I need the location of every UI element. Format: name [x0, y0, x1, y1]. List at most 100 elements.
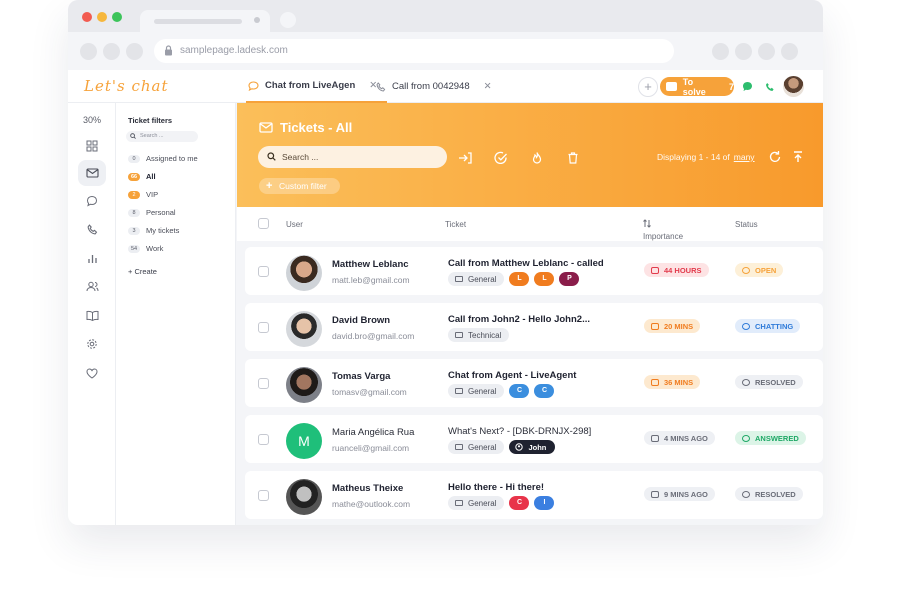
tab-chat[interactable]: Chat from LiveAgen ✕ [246, 70, 388, 103]
chat-icon[interactable] [82, 191, 102, 211]
department-tag[interactable]: Technical [448, 328, 510, 342]
column-importance[interactable]: Importance [643, 219, 683, 241]
agent-pill[interactable]: C [509, 384, 530, 398]
minimize-window-button[interactable] [97, 12, 107, 22]
column-status: Status [735, 220, 758, 229]
user-name[interactable]: Matheus Theixe [332, 483, 403, 494]
ticket-subject[interactable]: Call from Matthew Leblanc - called [448, 258, 604, 269]
importance-label: 9 MINS AGO [664, 489, 708, 499]
to-solve-button[interactable]: To solve 7 [660, 77, 734, 97]
agent-pill[interactable]: P [559, 272, 580, 286]
maximize-window-button[interactable] [112, 12, 122, 22]
ticket-checkbox[interactable] [258, 266, 269, 277]
ticket-filters-panel: Ticket filters Search ... 0 Assigned to … [116, 103, 236, 525]
browser-tab[interactable] [140, 10, 270, 32]
spam-flame-icon[interactable] [530, 151, 544, 165]
ticket-search-input[interactable]: Search ... [258, 146, 447, 168]
user-name[interactable]: Maria Angélica Rua [332, 427, 414, 438]
address-bar[interactable]: samplepage.ladesk.com [154, 39, 674, 63]
forward-button[interactable] [103, 43, 120, 60]
reports-icon[interactable] [82, 248, 102, 268]
status-label: OPEN [755, 265, 777, 275]
agent-pill[interactable]: L [534, 272, 555, 286]
agent-pill[interactable]: John [509, 440, 556, 454]
browser-action-button-1[interactable] [712, 43, 729, 60]
new-tab-button[interactable] [280, 12, 296, 28]
create-filter-button[interactable]: + Create [128, 267, 157, 276]
user-avatar [286, 367, 322, 403]
status-icon [742, 378, 750, 386]
ticket-checkbox[interactable] [258, 434, 269, 445]
ticket-row[interactable]: Matthew Leblanc matt.leb@gmail.com Call fr… [245, 247, 823, 295]
filter-item-work[interactable]: 54 Work [128, 244, 163, 253]
page-title: Tickets - All [259, 120, 352, 135]
browser-action-button-3[interactable] [758, 43, 775, 60]
department-tag[interactable]: General [448, 440, 505, 454]
agent-pill[interactable]: C [509, 496, 530, 510]
filter-item-assigned-to-me[interactable]: 0 Assigned to me [128, 154, 198, 163]
filter-item-vip[interactable]: 2 VIP [128, 190, 158, 199]
heart-icon[interactable] [82, 363, 102, 383]
user-name[interactable]: Tomas Varga [332, 371, 390, 382]
department-tag[interactable]: General [448, 272, 505, 286]
mail-icon[interactable] [78, 160, 106, 186]
ticket-subject[interactable]: Call from John2 - Hello John2... [448, 314, 590, 325]
ticket-row[interactable]: David Brown david.bro@gmail.com Call from … [245, 303, 823, 351]
ticket-subject[interactable]: Chat from Agent - LiveAgent [448, 370, 576, 381]
user-name[interactable]: David Brown [332, 315, 390, 326]
dashboard-icon[interactable] [82, 136, 102, 156]
delete-icon[interactable] [566, 151, 580, 165]
ticket-tags: General C C [448, 384, 555, 398]
status-badge: RESOLVED [735, 375, 803, 389]
assign-icon[interactable] [458, 151, 472, 165]
ticket-tags: General L L P [448, 272, 580, 286]
agent-pill[interactable]: L [509, 272, 530, 286]
department-tag[interactable]: General [448, 384, 505, 398]
agent-pill[interactable]: C [534, 384, 555, 398]
phone-icon[interactable] [82, 219, 102, 239]
knowledgebase-icon[interactable] [82, 305, 102, 325]
add-tab-button[interactable]: + [638, 77, 658, 97]
back-button[interactable] [80, 43, 97, 60]
filter-item-my-tickets[interactable]: 3 My tickets [128, 226, 179, 235]
ticket-row[interactable]: Matheus Theixe mathe@outlook.com Hello the… [245, 471, 823, 519]
agent-pill[interactable]: I [534, 496, 555, 510]
ticket-checkbox[interactable] [258, 378, 269, 389]
user-avatar[interactable] [783, 76, 804, 97]
browser-menu-button[interactable] [781, 43, 798, 60]
refresh-icon[interactable] [768, 150, 782, 164]
custom-filter-button[interactable]: + Custom filter [259, 178, 340, 194]
ticket-subject[interactable]: What's Next? - [DBK-DRNJX-298] [448, 426, 591, 437]
phone-status-button[interactable] [761, 78, 778, 95]
agent-name: John [528, 442, 547, 452]
browser-action-button-2[interactable] [735, 43, 752, 60]
close-tab-icon[interactable] [254, 17, 260, 23]
pagination-total-link[interactable]: many [734, 152, 755, 162]
column-importance-label: Importance [643, 232, 684, 241]
filters-title: Ticket filters [128, 116, 173, 125]
select-all-checkbox[interactable] [258, 218, 269, 229]
resolve-icon[interactable] [494, 151, 508, 165]
department-tag[interactable]: General [448, 496, 505, 510]
scroll-top-icon[interactable] [791, 150, 805, 164]
ticket-row[interactable]: Tomas Varga tomasv@gmail.com Chat from Age… [245, 359, 823, 407]
contacts-icon[interactable] [82, 276, 102, 296]
app-topbar: Let's chat Chat from LiveAgen ✕ Call fro… [68, 70, 823, 103]
settings-icon[interactable] [82, 334, 102, 354]
ticket-checkbox[interactable] [258, 322, 269, 333]
filter-search-placeholder: Search ... [140, 133, 164, 139]
filter-item-personal[interactable]: 8 Personal [128, 208, 176, 217]
filter-search-input[interactable]: Search ... [126, 131, 198, 142]
reload-button[interactable] [126, 43, 143, 60]
ticket-checkbox[interactable] [258, 490, 269, 501]
user-email: ruanceli@gmail.com [332, 443, 410, 453]
close-window-button[interactable] [82, 12, 92, 22]
close-tab-call-icon[interactable]: ✕ [484, 81, 492, 92]
importance-label: 4 MINS AGO [664, 433, 708, 443]
ticket-subject[interactable]: Hello there - Hi there! [448, 482, 544, 493]
chat-status-button[interactable] [739, 78, 756, 95]
filter-item-all[interactable]: 66 All [128, 172, 156, 181]
tab-call[interactable]: Call from 0042948 ✕ [376, 70, 492, 103]
user-name[interactable]: Matthew Leblanc [332, 259, 409, 270]
ticket-row[interactable]: M Maria Angélica Rua ruanceli@gmail.com Wha… [245, 415, 823, 463]
